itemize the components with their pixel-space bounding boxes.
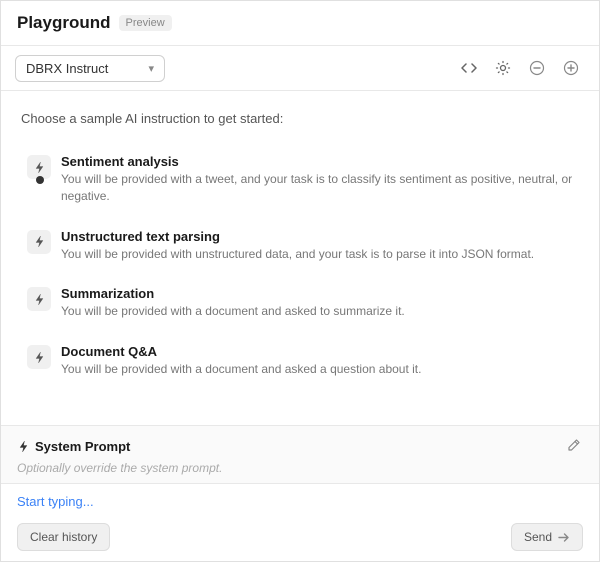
chat-input-area: Start typing... Clear history Send — [1, 483, 599, 561]
app-container: Playground Preview DBRX Instruct ▾ — [0, 0, 600, 562]
instruction-title: Sentiment analysis — [61, 154, 573, 169]
minus-icon — [529, 60, 545, 76]
instruction-content: Document Q&A You will be provided with a… — [61, 344, 573, 378]
toolbar: DBRX Instruct ▾ — [1, 46, 599, 91]
toolbar-actions — [455, 54, 585, 82]
preview-badge: Preview — [119, 15, 172, 31]
chevron-down-icon: ▾ — [148, 62, 154, 75]
main-content: Choose a sample AI instruction to get st… — [1, 91, 599, 425]
pencil-icon — [567, 438, 581, 452]
system-prompt-section: System Prompt Optionally override the sy… — [1, 425, 599, 483]
settings-button[interactable] — [489, 54, 517, 82]
decrease-button[interactable] — [523, 54, 551, 82]
list-item[interactable]: Unstructured text parsing You will be pr… — [17, 217, 583, 275]
chat-actions: Clear history Send — [17, 523, 583, 551]
instruction-list: Sentiment analysis You will be provided … — [17, 142, 583, 390]
bolt-icon — [27, 230, 51, 254]
system-prompt-placeholder: Optionally override the system prompt. — [17, 461, 583, 475]
model-name: DBRX Instruct — [26, 61, 140, 76]
page-title: Playground — [17, 13, 111, 33]
system-prompt-header: System Prompt — [17, 436, 583, 457]
chat-input[interactable]: Start typing... — [17, 494, 583, 509]
instruction-title: Unstructured text parsing — [61, 229, 573, 244]
list-item[interactable]: Sentiment analysis You will be provided … — [17, 142, 583, 217]
instruction-title: Summarization — [61, 286, 573, 301]
instruction-title: Document Q&A — [61, 344, 573, 359]
clear-history-button[interactable]: Clear history — [17, 523, 110, 551]
bolt-icon — [17, 440, 30, 453]
instruction-content: Sentiment analysis You will be provided … — [61, 154, 573, 205]
system-prompt-title: System Prompt — [17, 439, 130, 454]
instruction-desc: You will be provided with a document and… — [61, 303, 573, 320]
bolt-icon — [27, 155, 51, 179]
gear-icon — [495, 60, 511, 76]
edit-system-prompt-button[interactable] — [565, 436, 583, 457]
model-selector[interactable]: DBRX Instruct ▾ — [15, 55, 165, 82]
list-item[interactable]: Summarization You will be provided with … — [17, 274, 583, 332]
send-arrow-icon — [557, 531, 570, 544]
sample-header: Choose a sample AI instruction to get st… — [17, 111, 583, 126]
instruction-desc: You will be provided with unstructured d… — [61, 246, 573, 263]
plus-icon — [563, 60, 579, 76]
list-item[interactable]: Document Q&A You will be provided with a… — [17, 332, 583, 390]
code-icon — [461, 60, 477, 76]
instruction-desc: You will be provided with a tweet, and y… — [61, 171, 573, 205]
increase-button[interactable] — [557, 54, 585, 82]
send-button[interactable]: Send — [511, 523, 583, 551]
bolt-icon — [27, 287, 51, 311]
instruction-desc: You will be provided with a document and… — [61, 361, 573, 378]
bolt-icon — [27, 345, 51, 369]
send-label: Send — [524, 530, 552, 544]
instruction-content: Unstructured text parsing You will be pr… — [61, 229, 573, 263]
code-button[interactable] — [455, 54, 483, 82]
instruction-content: Summarization You will be provided with … — [61, 286, 573, 320]
header: Playground Preview — [1, 1, 599, 46]
